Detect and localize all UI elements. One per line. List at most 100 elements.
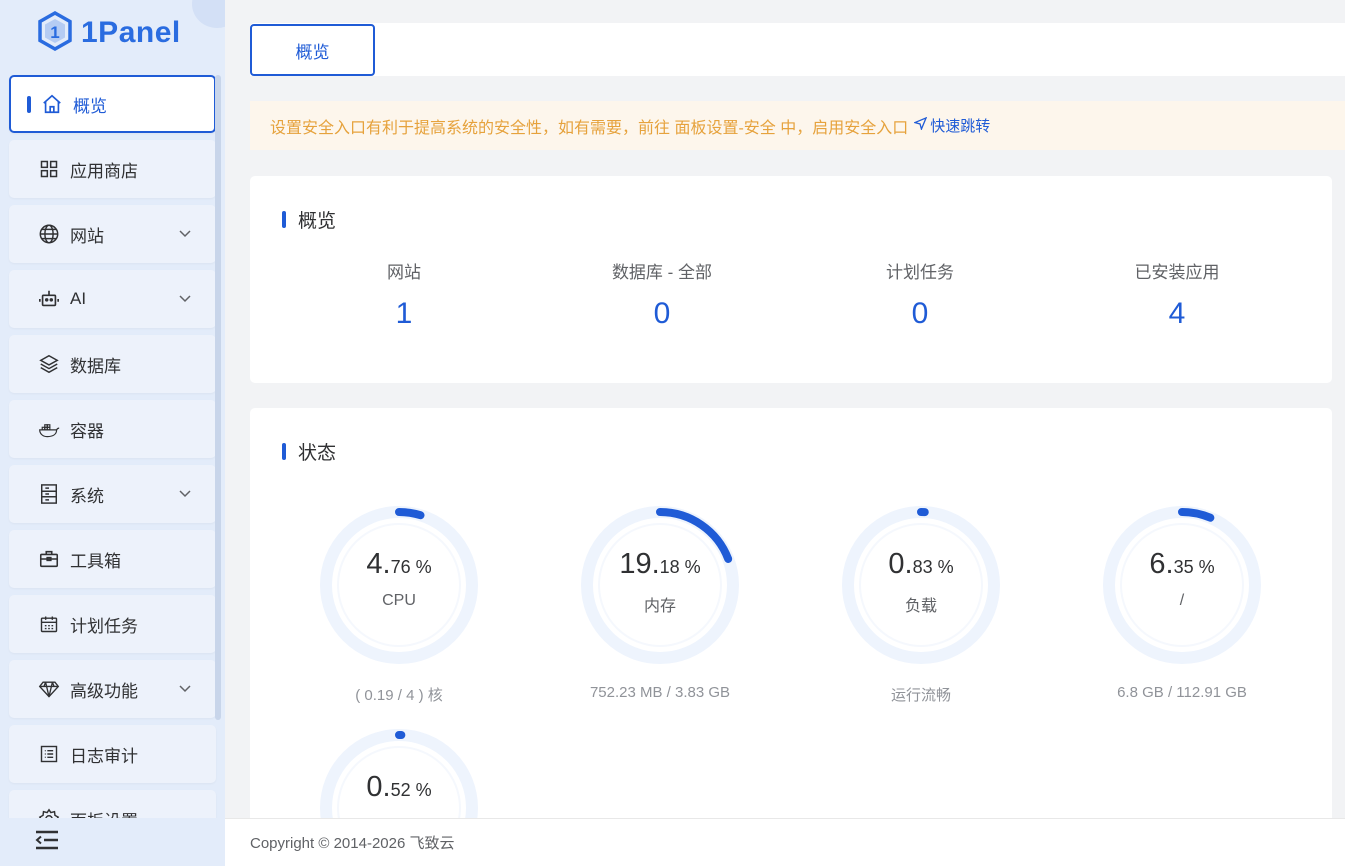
- gauge-disk: 6.35 % / 6.8 GB / 112.91 GB: [1097, 500, 1267, 701]
- gauge-value-decimal: 76 %: [390, 557, 432, 577]
- sidebar-item-database[interactable]: 数据库: [9, 335, 216, 393]
- overview-label: 已安装应用: [1134, 263, 1220, 282]
- sidebar-item-label: 网站: [70, 226, 104, 246]
- overview-item-cron-jobs[interactable]: 计划任务 0: [790, 258, 1050, 331]
- overview-card: 概览 网站 1 数据库 - 全部 0 计划任务 0 已安装应用 4: [250, 176, 1332, 383]
- calendar-icon: [38, 613, 60, 635]
- sidebar-item-label: 概览: [73, 96, 107, 116]
- collapse-menu-icon[interactable]: [35, 829, 59, 856]
- sidebar-item-label: 系统: [70, 486, 104, 506]
- gauge-cpu: 4.76 % CPU ( 0.19 / 4 ) 核: [314, 500, 484, 704]
- chevron-down-icon: [178, 226, 192, 240]
- security-alert: 设置安全入口有利于提高系统的安全性，如有需要，前往 面板设置-安全 中，启用安全…: [250, 101, 1345, 150]
- grid-icon: [38, 158, 60, 180]
- sidebar-item-container[interactable]: 容器: [9, 400, 216, 458]
- gauge-value: 6.35 %: [1097, 548, 1267, 581]
- overview-item-websites[interactable]: 网站 1: [274, 258, 534, 331]
- sidebar: 1 1Panel 概览 应用商店 网站 AI 数据库 容器 系统 工具箱 计划任…: [0, 0, 225, 866]
- sidebar-item-label: 容器: [70, 421, 104, 441]
- overview-title: 概览: [298, 211, 337, 232]
- gauge-value-integer: 6.: [1149, 548, 1174, 580]
- log-icon: [38, 743, 60, 765]
- sidebar-item-label: 数据库: [70, 356, 121, 376]
- sidebar-item-system[interactable]: 系统: [9, 465, 216, 523]
- gauge-value-decimal: 18 %: [659, 557, 701, 577]
- overview-value[interactable]: 4: [1047, 297, 1307, 331]
- gauge-inner-ring: [1120, 523, 1244, 647]
- gauge-track: [1103, 506, 1261, 664]
- gauge-value: 0.52 %: [314, 771, 484, 804]
- gauge-name: /: [1179, 592, 1185, 609]
- gauge-detail: 6.8 GB / 112.91 GB: [1117, 684, 1247, 701]
- gauge-name: CPU: [382, 592, 416, 609]
- home-icon: [41, 93, 63, 115]
- overview-item-databases[interactable]: 数据库 - 全部 0: [532, 258, 792, 331]
- gauge-detail: 运行流畅: [890, 687, 951, 704]
- tab-overview[interactable]: 概览: [250, 24, 375, 76]
- sidebar-item-label: 日志审计: [70, 746, 138, 766]
- sidebar-scrollbar[interactable]: [215, 75, 221, 720]
- copyright-text: Copyright © 2014-2026 飞致云: [250, 835, 455, 852]
- tabs-bar: 概览: [250, 23, 1345, 76]
- active-indicator: [27, 96, 31, 113]
- gauge-value-integer: 0.: [888, 548, 913, 580]
- send-arrow-icon: [913, 116, 928, 134]
- overview-value[interactable]: 0: [532, 297, 792, 331]
- alert-text: 设置安全入口有利于提高系统的安全性，如有需要，前往 面板设置-安全 中，启用安全…: [270, 119, 909, 137]
- sidebar-item-overview[interactable]: 概览: [9, 75, 216, 133]
- gauge-ring: [1103, 506, 1261, 664]
- gauge-track: [842, 506, 1000, 664]
- chevron-down-icon: [178, 486, 192, 500]
- gauge-value-integer: 4.: [366, 548, 391, 580]
- server-icon: [38, 483, 60, 505]
- gauge-value-decimal: 35 %: [1173, 557, 1215, 577]
- status-title: 状态: [298, 443, 337, 464]
- diamond-icon: [38, 678, 60, 700]
- sidebar-item-label: 工具箱: [70, 551, 121, 571]
- title-accent-bar: [282, 211, 286, 228]
- gauge-ring: [320, 506, 478, 664]
- gauge-value: 0.83 %: [836, 548, 1006, 581]
- gauge-value-decimal: 83 %: [912, 557, 954, 577]
- overview-value[interactable]: 1: [274, 297, 534, 331]
- sidebar-menu: 概览 应用商店 网站 AI 数据库 容器 系统 工具箱 计划任务 高级功能 日志…: [9, 75, 216, 855]
- gauge-inner-ring: [337, 523, 461, 647]
- gauge-inner-ring: [859, 523, 983, 647]
- layers-icon: [38, 353, 60, 375]
- robot-icon: [38, 288, 60, 310]
- sidebar-item-ai[interactable]: AI: [9, 270, 216, 328]
- sidebar-item-label: 应用商店: [70, 161, 138, 181]
- logo-text: 1Panel: [81, 16, 181, 49]
- sidebar-item-logs[interactable]: 日志审计: [9, 725, 216, 783]
- sidebar-item-website[interactable]: 网站: [9, 205, 216, 263]
- gauge-memory: 19.18 % 内存 752.23 MB / 3.83 GB: [575, 500, 745, 701]
- gauge-value-integer: 19.: [619, 548, 660, 580]
- overview-card-title: 概览: [282, 206, 336, 233]
- status-card-title: 状态: [282, 438, 336, 465]
- quick-jump-link[interactable]: 快速跳转: [913, 115, 991, 136]
- sidebar-footer: [0, 818, 225, 866]
- footer: Copyright © 2014-2026 飞致云: [225, 818, 1345, 866]
- overview-label: 网站: [387, 263, 421, 282]
- title-accent-bar: [282, 443, 286, 460]
- gauge-value-integer: 0.: [366, 771, 391, 803]
- toolbox-icon: [38, 548, 60, 570]
- svg-text:1: 1: [50, 23, 59, 42]
- sidebar-item-label: 计划任务: [70, 616, 138, 636]
- sidebar-item-cron[interactable]: 计划任务: [9, 595, 216, 653]
- sidebar-item-label: AI: [70, 289, 87, 308]
- overview-label: 数据库 - 全部: [611, 263, 713, 282]
- docker-icon: [38, 418, 60, 440]
- quick-jump-label: 快速跳转: [930, 118, 991, 135]
- gauge-ring: [581, 506, 739, 664]
- sidebar-item-toolbox[interactable]: 工具箱: [9, 530, 216, 588]
- overview-item-installed-apps[interactable]: 已安装应用 4: [1047, 258, 1307, 331]
- gauge-value-decimal: 52 %: [390, 780, 432, 800]
- gauge-detail: 752.23 MB / 3.83 GB: [589, 684, 731, 701]
- app-logo[interactable]: 1 1Panel: [0, 0, 225, 66]
- sidebar-item-advanced[interactable]: 高级功能: [9, 660, 216, 718]
- overview-value[interactable]: 0: [790, 297, 1050, 331]
- gauge-value: 4.76 %: [314, 548, 484, 581]
- gauge-value: 19.18 %: [575, 548, 745, 581]
- sidebar-item-app-store[interactable]: 应用商店: [9, 140, 216, 198]
